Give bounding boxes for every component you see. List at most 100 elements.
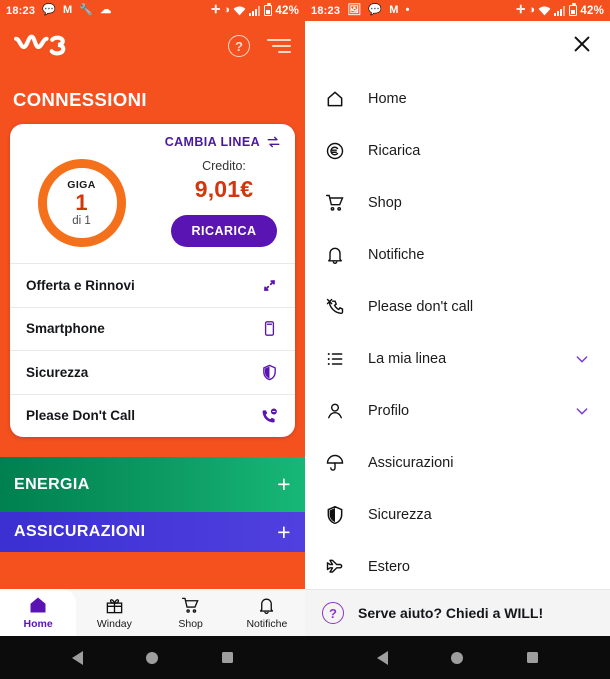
shield-icon <box>259 362 279 382</box>
question-circle-icon: ? <box>322 602 344 624</box>
battery-percent: 42% <box>580 4 604 17</box>
dnd-icon: ◑ <box>223 4 231 16</box>
signal-icon <box>249 5 261 16</box>
menu-item-sicurezza[interactable]: Sicurezza <box>305 489 610 541</box>
plus-icon[interactable]: + <box>277 473 291 496</box>
bluetooth-icon: ✛ <box>211 4 221 16</box>
bluetooth-icon: ✛ <box>516 4 526 16</box>
banner-assicurazioni[interactable]: ASSICURAZIONI + <box>0 512 305 552</box>
card-row-label: Smartphone <box>26 321 105 337</box>
recents-icon[interactable] <box>527 652 539 663</box>
bell-icon <box>325 245 351 265</box>
plus-icon[interactable]: + <box>277 520 291 544</box>
banner-title: ENERGIA <box>14 475 90 493</box>
battery-icon <box>264 3 273 16</box>
clock-label: 18:23 <box>311 4 341 17</box>
menu-item-label: Notifiche <box>368 247 425 263</box>
gmail-icon: M <box>63 4 73 16</box>
wrench-icon: 🔧 <box>79 4 94 16</box>
bell-icon <box>257 596 276 615</box>
credit-value: 9,01€ <box>194 176 254 202</box>
hamburger-menu-icon[interactable] <box>267 39 291 53</box>
menu-item-home[interactable]: Home <box>305 73 610 125</box>
home-icon[interactable] <box>146 651 159 664</box>
menu-item-please-dont-call[interactable]: Please don't call <box>305 281 610 333</box>
menu-item-la-mia-linea[interactable]: La mia linea <box>305 333 610 385</box>
menu-item-label: Shop <box>368 195 402 211</box>
dnd-icon: ◑ <box>528 4 536 16</box>
list-icon <box>325 349 351 369</box>
back-icon[interactable] <box>376 650 388 665</box>
card-row-smartphone[interactable]: Smartphone <box>10 306 295 351</box>
tab-notifiche[interactable]: Notifiche <box>229 589 305 636</box>
credit-block: Credito: 9,01€ RICARICA <box>153 159 295 247</box>
menu-item-estero[interactable]: Estero <box>305 541 610 593</box>
card-row-label: Please Don't Call <box>26 408 135 424</box>
tab-winday[interactable]: Winday <box>76 589 152 636</box>
signal-icon <box>554 5 566 16</box>
close-icon[interactable] <box>571 33 593 55</box>
smartphone-icon <box>259 319 279 339</box>
gauge-sub: di 1 <box>72 214 91 227</box>
android-nav-left <box>0 636 305 679</box>
menu-item-label: Ricarica <box>368 143 421 159</box>
dot-icon: • <box>405 4 410 16</box>
home-icon[interactable] <box>451 651 464 664</box>
battery-icon <box>569 3 578 16</box>
umbrella-icon <box>325 453 351 473</box>
gift-icon <box>105 596 124 615</box>
tab-label: Shop <box>178 617 203 630</box>
menu-item-assicurazioni[interactable]: Assicurazioni <box>305 437 610 489</box>
data-gauge: GIGA 1 di 1 <box>10 159 153 247</box>
shield-icon <box>325 505 351 525</box>
drawer-header <box>305 21 610 66</box>
cart-icon <box>325 193 351 213</box>
card-row-sicurezza[interactable]: Sicurezza <box>10 350 295 394</box>
swap-icon <box>266 135 281 149</box>
tab-label: Winday <box>96 617 132 630</box>
back-icon[interactable] <box>71 650 83 665</box>
app-bar-actions: ? <box>228 35 291 57</box>
chevron-down-icon[interactable] <box>574 351 590 367</box>
euro-circle-icon <box>325 141 351 161</box>
help-bar[interactable]: ? Serve aiuto? Chiedi a WILL! <box>305 589 610 636</box>
tab-home[interactable]: Home <box>0 589 77 636</box>
help-icon[interactable]: ? <box>228 35 250 57</box>
left-phone-pane: 18:23 💬 M 🔧 ☁ ✛ ◑ 42% ? CONNESSIONI CAMB… <box>0 0 305 636</box>
card-row-offerta[interactable]: Offerta e Rinnovi <box>10 263 295 307</box>
page-title: CONNESSIONI <box>13 89 147 110</box>
menu-item-shop[interactable]: Shop <box>305 177 610 229</box>
menu-item-label: Estero <box>368 559 410 575</box>
card-row-please-dont-call[interactable]: Please Don't Call <box>10 393 295 438</box>
banner-energia[interactable]: ENERGIA + <box>0 457 305 512</box>
status-bar-left: 18:23 💬 M 🔧 ☁ ✛ ◑ 42% <box>0 0 305 21</box>
menu-item-label: La mia linea <box>368 351 447 367</box>
chevron-down-icon[interactable] <box>574 403 590 419</box>
wifi-icon <box>538 5 551 16</box>
card-row-label: Sicurezza <box>26 364 89 380</box>
battery-percent: 42% <box>275 4 299 17</box>
switch-line-button[interactable]: CAMBIA LINEA <box>10 124 295 153</box>
menu-item-ricarica[interactable]: Ricarica <box>305 125 610 177</box>
menu-item-profilo[interactable]: Profilo <box>305 385 610 437</box>
clock-label: 18:23 <box>6 4 36 17</box>
right-phone-pane: 18:23 🖼 💬 M • ✛ ◑ 42% Home Ricarica Shop… <box>305 0 610 636</box>
tab-shop[interactable]: Shop <box>153 589 229 636</box>
person-icon <box>325 401 351 421</box>
menu-item-label: Assicurazioni <box>368 455 454 471</box>
recents-icon[interactable] <box>222 652 234 663</box>
chat-icon: 💬 <box>368 4 383 16</box>
chat-icon: 💬 <box>42 4 57 16</box>
menu-item-notifiche[interactable]: Notifiche <box>305 229 610 281</box>
tab-label: Home <box>23 617 53 630</box>
image-icon: 🖼 <box>347 4 362 16</box>
tab-label: Notifiche <box>246 617 288 630</box>
arrows-expand-icon <box>259 275 279 295</box>
topup-button[interactable]: RICARICA <box>171 215 277 247</box>
card-row-label: Offerta e Rinnovi <box>26 277 135 293</box>
home-icon <box>325 89 351 109</box>
android-navigation-bar <box>0 636 610 679</box>
status-bar-right-icons: ✛ ◑ 42% <box>516 3 604 17</box>
line-card-body: GIGA 1 di 1 Credito: 9,01€ RICARICA <box>10 153 295 263</box>
cloud-icon: ☁ <box>100 4 112 16</box>
